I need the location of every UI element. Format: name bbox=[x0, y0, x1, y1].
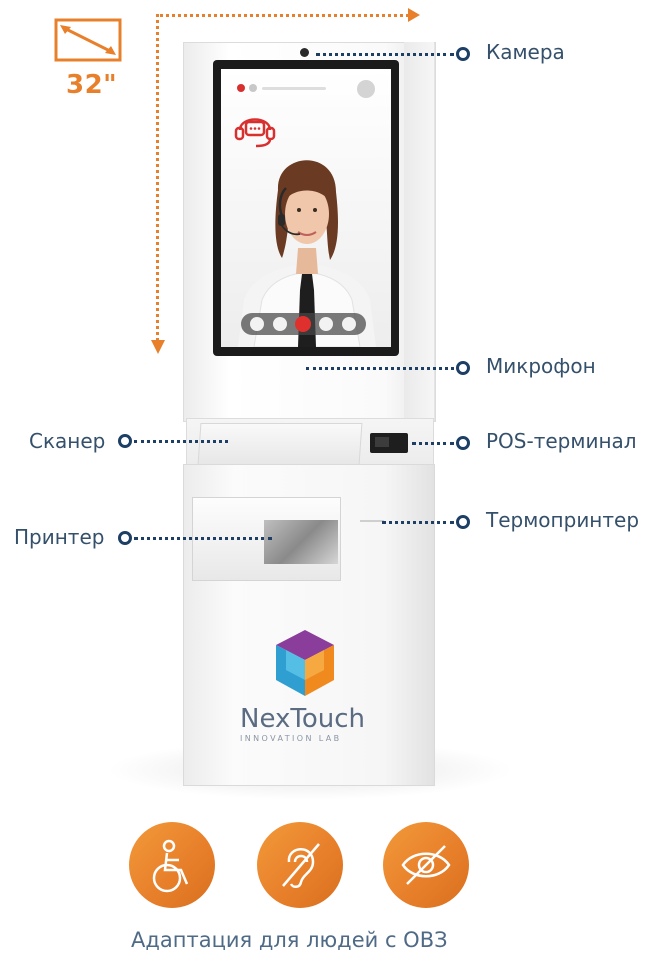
brand-subtitle: INNOVATION LAB bbox=[240, 734, 342, 743]
hearing-impaired-icon bbox=[257, 822, 343, 908]
printer-callout-line bbox=[134, 537, 272, 540]
scanner-plate bbox=[197, 423, 363, 465]
screen-size-label: 32" bbox=[66, 70, 118, 100]
width-arrow-icon bbox=[408, 8, 420, 22]
scanner-callout-line bbox=[134, 440, 228, 443]
wheelchair-icon bbox=[129, 822, 215, 908]
video-toggle-icon bbox=[357, 80, 375, 98]
status-line bbox=[262, 87, 326, 90]
height-arrow-icon bbox=[151, 340, 165, 354]
height-dimension-line bbox=[156, 14, 159, 341]
microphone-callout-dot bbox=[456, 361, 470, 375]
pos-callout-line bbox=[412, 442, 454, 445]
pos-callout-dot bbox=[456, 436, 470, 450]
printer-callout-dot bbox=[118, 531, 132, 545]
camera-callout-line bbox=[316, 53, 454, 56]
thermoprinter-slot bbox=[360, 520, 384, 522]
vision-impaired-icon bbox=[383, 822, 469, 908]
scanner-callout-dot bbox=[118, 434, 132, 448]
pos-terminal-screen bbox=[375, 437, 389, 447]
status-grey-dot bbox=[249, 84, 257, 92]
thermoprinter-callout-dot bbox=[456, 515, 470, 529]
printer-mechanism bbox=[264, 520, 338, 564]
microphone-label: Микрофон bbox=[486, 354, 596, 378]
scanner-label: Сканер bbox=[29, 429, 106, 453]
brand-name: NexTouch bbox=[240, 704, 365, 734]
hangup-icon bbox=[295, 316, 311, 332]
participants-icon bbox=[319, 317, 333, 331]
pos-label: POS-терминал bbox=[486, 429, 637, 453]
mic-control-icon bbox=[273, 317, 287, 331]
nextouch-logo-icon bbox=[276, 630, 334, 696]
printer-label: Принтер bbox=[14, 525, 105, 549]
more-icon bbox=[342, 317, 356, 331]
camera-label: Камера bbox=[486, 40, 565, 64]
camera-control-icon bbox=[250, 317, 264, 331]
diagonal-size-icon bbox=[54, 18, 122, 62]
kiosk-side-panel bbox=[404, 42, 434, 420]
thermoprinter-callout-line bbox=[382, 521, 454, 524]
thermoprinter-label: Термопринтер bbox=[486, 508, 640, 532]
camera-callout-dot bbox=[456, 47, 470, 61]
width-dimension-line bbox=[160, 14, 415, 17]
camera-lens bbox=[300, 48, 309, 57]
status-red-dot bbox=[237, 84, 245, 92]
accessibility-caption: Адаптация для людей с ОВЗ bbox=[131, 928, 448, 952]
microphone-callout-line bbox=[306, 367, 454, 370]
